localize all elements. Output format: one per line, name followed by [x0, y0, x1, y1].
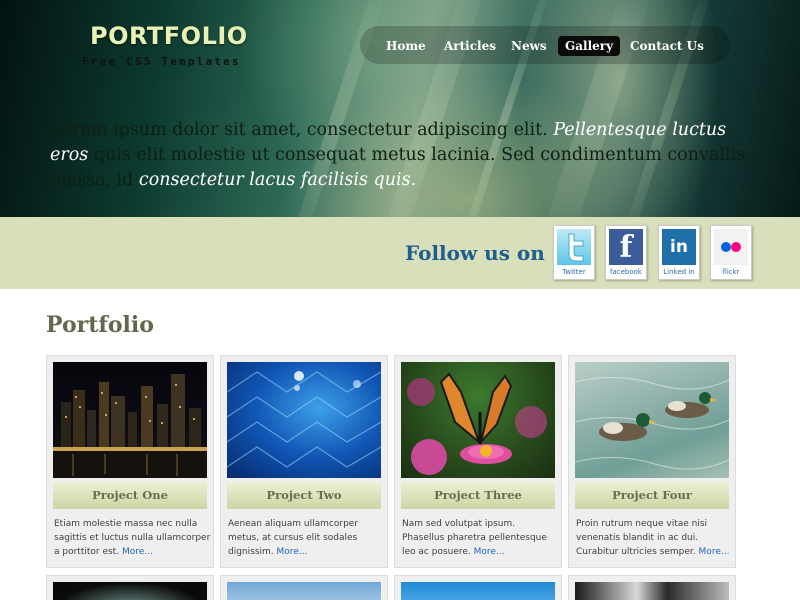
project-card: Project Two Aenean aliquam ullamcorper m…: [220, 355, 388, 568]
site-logo[interactable]: PORTFOLIO: [90, 22, 248, 50]
project-image-partial[interactable]: [575, 582, 729, 600]
more-link[interactable]: More...: [277, 547, 308, 557]
more-link[interactable]: More...: [699, 547, 730, 557]
twitter-link[interactable]: Twitter: [553, 225, 595, 280]
project-image-ducks[interactable]: [575, 362, 729, 478]
linkedin-icon: in: [662, 229, 696, 265]
facebook-caption: facebook: [610, 268, 642, 276]
project-card-partial: [394, 575, 562, 600]
more-link[interactable]: More...: [474, 547, 505, 557]
project-card-partial: [46, 575, 214, 600]
hero-text-part: Lorem ipsum dolor sit amet, consectetur …: [50, 120, 554, 140]
project-image-partial[interactable]: [53, 582, 207, 600]
twitter-caption: Twitter: [562, 268, 586, 276]
header-banner: PORTFOLIO Free CSS Templates Home Articl…: [0, 0, 800, 217]
project-title[interactable]: Project Two: [227, 482, 381, 509]
project-text: Proin rutrum neque vitae nisi venenatis …: [576, 519, 708, 557]
nav-articles[interactable]: Articles: [437, 36, 503, 56]
project-card-partial: [568, 575, 736, 600]
linkedin-caption: Linked in: [663, 268, 695, 276]
project-image-city[interactable]: [53, 362, 207, 478]
twitter-icon: [557, 229, 591, 265]
main-nav: Home Articles News Gallery Contact Us: [360, 26, 730, 64]
nav-contact-us[interactable]: Contact Us: [623, 36, 711, 56]
flickr-link[interactable]: flickr: [710, 225, 752, 280]
project-description: Etiam molestie massa nec nulla sagittis …: [54, 517, 212, 559]
nav-home[interactable]: Home: [379, 36, 433, 56]
project-description: Nam sed volutpat ipsum. Phasellus pharet…: [402, 517, 560, 559]
project-title[interactable]: Project One: [53, 482, 207, 509]
facebook-link[interactable]: f facebook: [605, 225, 647, 280]
project-card: Project Three Nam sed volutpat ipsum. Ph…: [394, 355, 562, 568]
project-image-partial[interactable]: [401, 582, 555, 600]
project-description: Aenean aliquam ullamcorper metus, at cur…: [228, 517, 386, 559]
site-tagline: Free CSS Templates: [82, 55, 241, 68]
follow-bar: Follow us on Twitter f facebook in Linke…: [0, 217, 800, 289]
project-description: Proin rutrum neque vitae nisi venenatis …: [576, 517, 734, 559]
nav-news[interactable]: News: [504, 36, 554, 56]
more-link[interactable]: More...: [122, 547, 153, 557]
project-card: Project One Etiam molestie massa nec nul…: [46, 355, 214, 568]
nav-gallery[interactable]: Gallery: [558, 36, 621, 56]
hero-text-emphasis: consectetur lacus facilisis quis.: [138, 170, 417, 190]
flickr-caption: flickr: [722, 268, 740, 276]
project-title[interactable]: Project Four: [575, 482, 729, 509]
project-image-partial[interactable]: [227, 582, 381, 600]
linkedin-link[interactable]: in Linked in: [658, 225, 700, 280]
facebook-icon: f: [609, 229, 643, 265]
flickr-icon: [714, 229, 748, 265]
project-image-butterfly[interactable]: [401, 362, 555, 478]
follow-label: Follow us on: [405, 241, 545, 265]
project-image-net[interactable]: [227, 362, 381, 478]
hero-text: Lorem ipsum dolor sit amet, consectetur …: [50, 118, 765, 193]
project-card-partial: [220, 575, 388, 600]
section-title: Portfolio: [46, 312, 154, 338]
project-card: Project Four Proin rutrum neque vitae ni…: [568, 355, 736, 568]
project-title[interactable]: Project Three: [401, 482, 555, 509]
